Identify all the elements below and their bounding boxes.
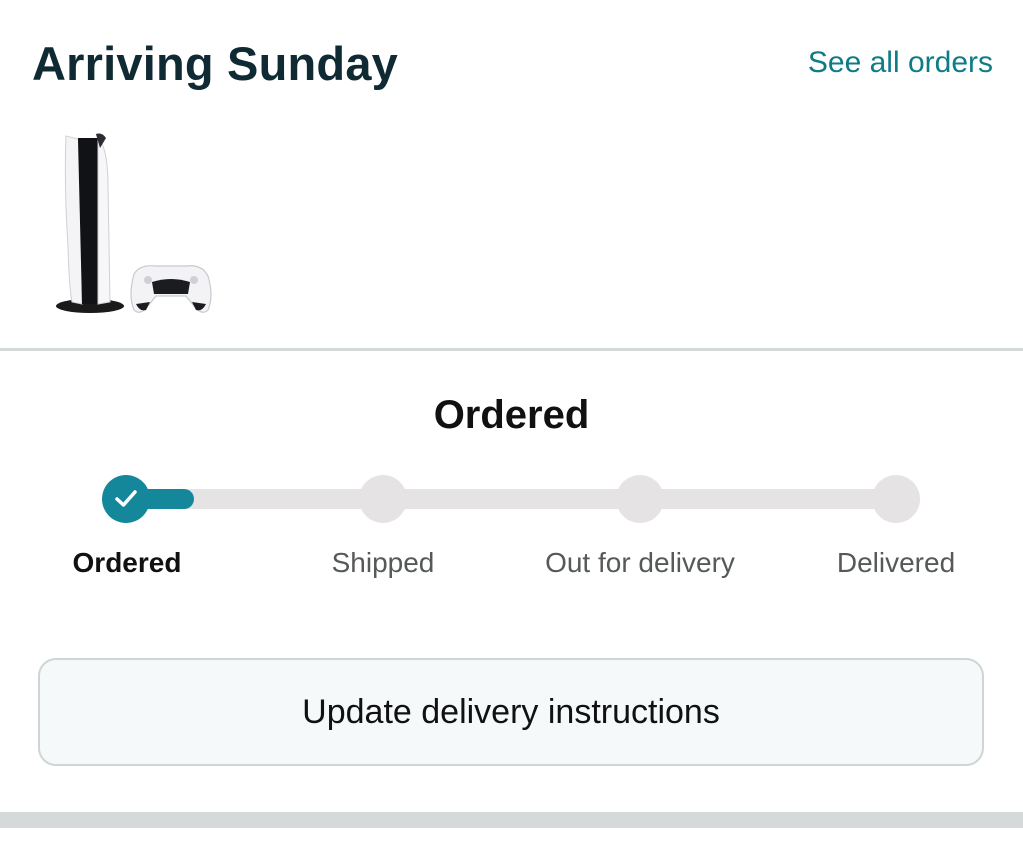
step-ordered-dot bbox=[102, 475, 150, 523]
checkmark-icon bbox=[115, 490, 137, 507]
step-delivered-label: Delivered bbox=[836, 547, 956, 578]
delivery-tracker: Ordered Ordered Shipped Out for delivery… bbox=[0, 351, 1023, 811]
step-delivered-dot bbox=[872, 475, 920, 523]
bottom-divider bbox=[0, 812, 1023, 828]
update-delivery-instructions-button[interactable]: Update delivery instructions bbox=[38, 658, 984, 766]
product-thumbnail[interactable] bbox=[52, 126, 222, 326]
order-header: Arriving Sunday See all orders bbox=[0, 0, 1023, 350]
step-out-for-delivery-label: Out for delivery bbox=[545, 547, 735, 578]
progress-track bbox=[126, 489, 896, 509]
step-ordered-label: Ordered bbox=[72, 547, 182, 578]
step-out-for-delivery-dot bbox=[616, 475, 664, 523]
bottom-spacer bbox=[0, 828, 1023, 842]
see-all-orders-link[interactable]: See all orders bbox=[808, 46, 993, 80]
step-shipped-dot bbox=[359, 475, 407, 523]
arrival-title: Arriving Sunday bbox=[32, 37, 399, 90]
ps5-console-with-controller-icon bbox=[56, 133, 212, 313]
step-shipped-label: Shipped bbox=[331, 547, 435, 578]
